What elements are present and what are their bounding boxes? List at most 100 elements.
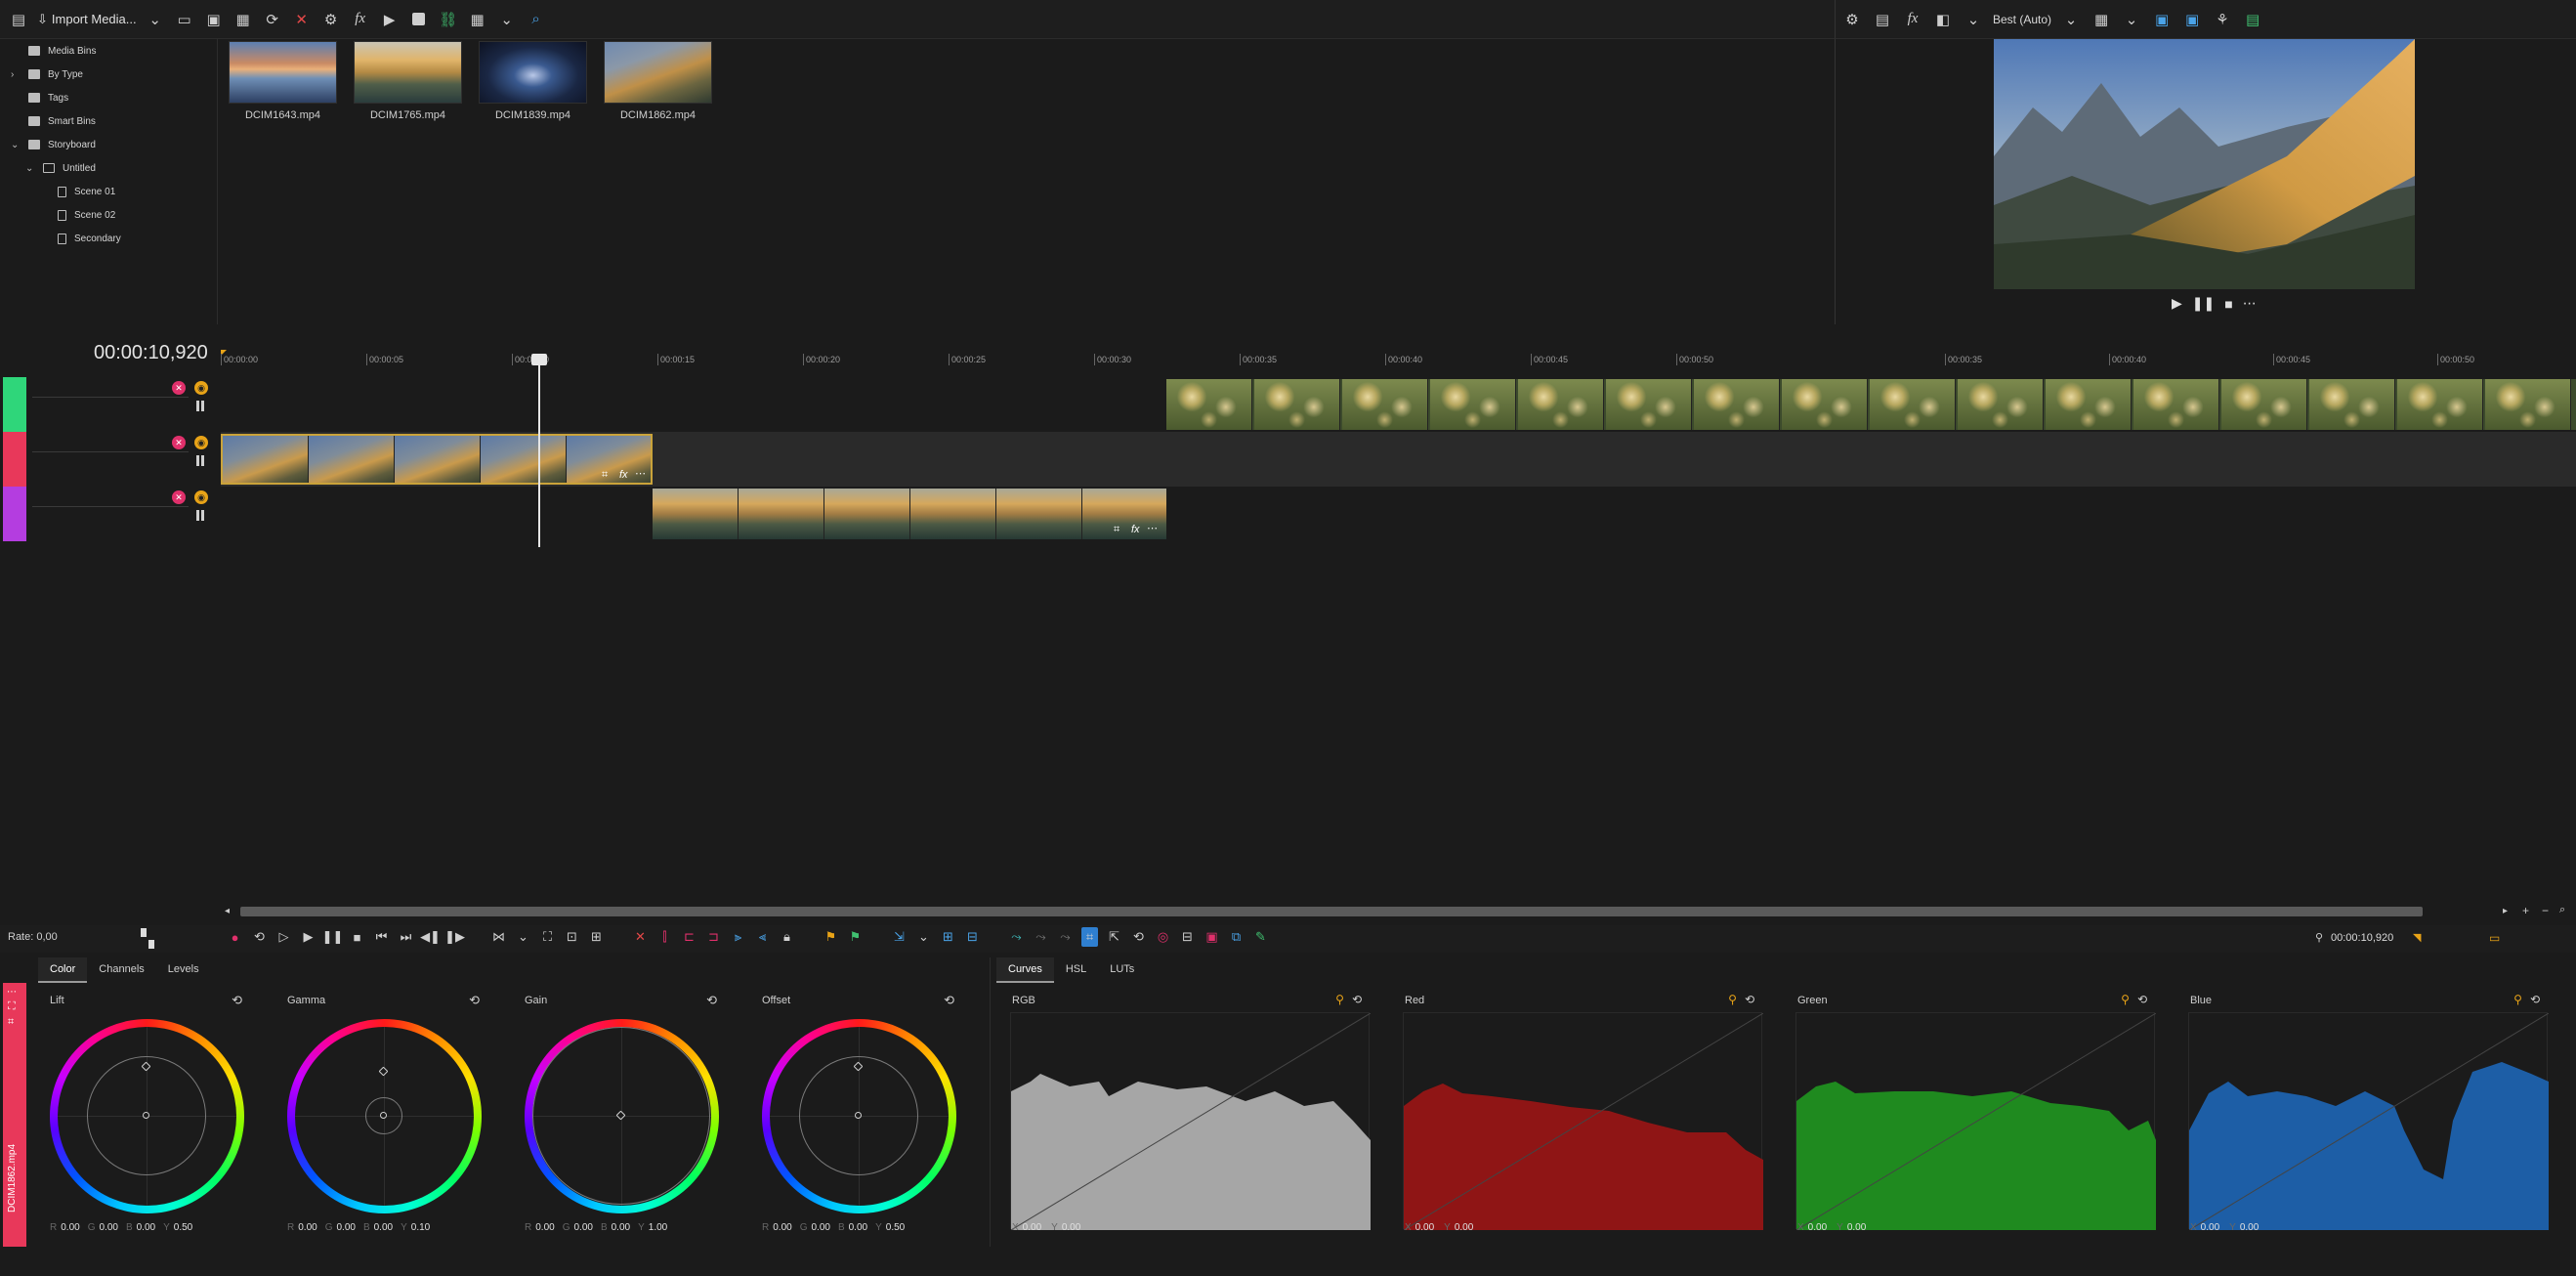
ripple-icon[interactable]: ⫸ — [730, 927, 746, 947]
storyboard-icon[interactable]: ▭ — [174, 9, 195, 30]
tree-item[interactable]: Scene 01 — [40, 182, 115, 201]
timeline-ruler[interactable]: 00:00:0000:00:0500:00:1000:00:1500:00:20… — [221, 354, 2576, 373]
color-wheel[interactable] — [50, 1019, 244, 1213]
media-item[interactable]: DCIM1643.mp4 — [229, 41, 337, 127]
pause-icon[interactable] — [196, 455, 207, 466]
snapshot-icon[interactable]: ▣ — [2151, 9, 2173, 30]
insert-icon[interactable]: ⇲ — [891, 927, 908, 947]
curve-histogram[interactable] — [1403, 1012, 1764, 1231]
undo-icon[interactable]: ⟲ — [1130, 927, 1147, 947]
crop-tool-icon[interactable]: ⌗ — [1081, 927, 1098, 947]
chevron-down-icon[interactable]: ⌄ — [515, 927, 531, 947]
pause-icon[interactable] — [196, 401, 207, 411]
snap-icon[interactable]: ⋈ — [490, 927, 507, 947]
scroll-right-icon[interactable]: ▸ — [2503, 906, 2508, 916]
tab-hsl[interactable]: HSL — [1054, 957, 1098, 983]
crop-icon[interactable]: ⌗ — [8, 1016, 14, 1029]
wheel-center-handle[interactable] — [143, 1112, 149, 1119]
ripple-delete-icon[interactable]: ⫷ — [754, 927, 771, 947]
split-icon[interactable]: ⫿ — [656, 927, 673, 947]
timeline-clip[interactable] — [1166, 379, 2576, 430]
more-icon[interactable]: ⋯ — [2243, 295, 2257, 312]
trim-tool-icon[interactable]: ⊡ — [564, 927, 580, 947]
trim-end-icon[interactable]: ⊐ — [705, 927, 722, 947]
record-icon[interactable]: ● — [227, 927, 243, 947]
reset-icon[interactable]: ⟲ — [469, 993, 480, 1008]
frame-back-icon[interactable]: ◀❚ — [420, 927, 441, 947]
track-color-strip[interactable] — [3, 377, 26, 432]
marker-range-icon[interactable]: ⚑ — [847, 927, 864, 947]
lock-icon[interactable]: 🔒︎ — [779, 927, 795, 947]
more-icon[interactable]: ⋯ — [7, 987, 17, 998]
ungroup-icon[interactable]: ⊟ — [964, 927, 981, 947]
quality-select[interactable]: Best (Auto) — [1993, 7, 2051, 32]
wheel-center-handle[interactable] — [380, 1112, 387, 1119]
skip-forward-icon[interactable]: ⏭ — [398, 927, 414, 947]
compare-icon[interactable]: ◧ — [1932, 9, 1954, 30]
chevron-down-icon[interactable]: ⌄ — [2060, 9, 2082, 30]
track-color-strip[interactable] — [3, 487, 26, 541]
fx-icon[interactable]: fx — [1902, 9, 1923, 30]
solo-icon[interactable]: ◉ — [194, 490, 208, 504]
curve-histogram[interactable] — [2188, 1012, 2550, 1231]
zoom-fit-icon[interactable]: ⌕ — [2559, 904, 2565, 916]
output-icon[interactable]: ▭ — [2489, 931, 2500, 945]
scene-icon[interactable]: ▦ — [232, 9, 254, 30]
link-icon[interactable]: ⛓ — [438, 9, 459, 30]
timeline-scrollbar[interactable]: ◂ ▸ + − ⌕ — [221, 904, 2576, 919]
chevron-down-icon[interactable]: ⌄ — [2121, 9, 2142, 30]
zoom-tool-icon[interactable]: ⊞ — [588, 927, 605, 947]
stop-icon[interactable]: ■ — [349, 927, 365, 947]
curve-tool-icon[interactable]: ⤳ — [1008, 927, 1025, 947]
fx-icon[interactable]: fx — [1131, 524, 1140, 535]
mute-icon[interactable]: ✕ — [172, 490, 186, 504]
transport-timecode[interactable]: 00:00:10,920 — [2331, 932, 2393, 944]
reset-icon[interactable]: ⟲ — [1352, 993, 1362, 1006]
pause-icon[interactable] — [196, 510, 207, 521]
fx-icon[interactable]: fx — [619, 469, 628, 481]
bulb-icon[interactable]: ⚲ — [1335, 993, 1344, 1006]
reset-icon[interactable]: ⟲ — [944, 993, 954, 1008]
scope-icon[interactable]: ⚘ — [2212, 9, 2233, 30]
wheel-center-handle[interactable] — [855, 1112, 862, 1119]
select-tool-icon[interactable]: ⛶ — [539, 927, 556, 947]
chevron-icon[interactable]: › — [11, 69, 21, 80]
grid-icon[interactable]: ▦ — [2090, 9, 2112, 30]
media-item[interactable]: DCIM1765.mp4 — [354, 41, 462, 127]
play-icon[interactable]: ▶ — [2172, 295, 2182, 312]
play-icon[interactable]: ▶ — [300, 927, 317, 947]
tree-item[interactable]: ⌄ Untitled — [25, 158, 96, 178]
solo-icon[interactable]: ◉ — [194, 381, 208, 395]
reset-icon[interactable]: ⟲ — [2530, 993, 2540, 1006]
copy-icon[interactable]: ⧉ — [1228, 927, 1245, 947]
fx-icon[interactable]: fx — [350, 9, 371, 30]
scroll-thumb[interactable] — [240, 907, 2423, 916]
color-wheel[interactable] — [287, 1019, 482, 1213]
bulb-icon[interactable]: ⚲ — [2121, 993, 2130, 1006]
delete-icon[interactable]: ✕ — [291, 9, 313, 30]
color-wheel[interactable] — [762, 1019, 956, 1213]
marker-icon[interactable]: ◥ — [2413, 931, 2421, 944]
tab-color[interactable]: Color — [38, 957, 88, 983]
chevron-down-icon[interactable]: ⌄ — [1963, 9, 1984, 30]
crop-icon[interactable]: ⌗ — [1114, 524, 1119, 536]
media-item[interactable]: DCIM1839.mp4 — [479, 41, 587, 127]
track-color-strip[interactable] — [3, 432, 26, 487]
reset-icon[interactable]: ⟲ — [2137, 993, 2147, 1006]
transform-icon[interactable]: ⇱ — [1106, 927, 1122, 947]
curve-histogram[interactable] — [1010, 1012, 1372, 1231]
group-icon[interactable]: ⊞ — [940, 927, 956, 947]
mute-icon[interactable]: ✕ — [172, 381, 186, 395]
bulb-icon[interactable]: ⚲ — [1728, 993, 1737, 1006]
delete-icon[interactable]: ✕ — [632, 927, 649, 947]
skip-back-icon[interactable]: ⏮ — [373, 927, 390, 947]
stop-icon[interactable] — [408, 9, 430, 30]
chevron-down-icon[interactable]: ⌄ — [915, 927, 932, 947]
tree-item[interactable]: Scene 02 — [40, 205, 115, 225]
timeline-clip[interactable] — [653, 489, 1166, 539]
paint-icon[interactable]: ✎ — [1252, 927, 1269, 947]
loop-icon[interactable]: ⟲ — [251, 927, 268, 947]
frame-icon[interactable]: ⊟ — [1179, 927, 1196, 947]
refresh-icon[interactable]: ⟳ — [262, 9, 283, 30]
tab-curves[interactable]: Curves — [996, 957, 1054, 983]
